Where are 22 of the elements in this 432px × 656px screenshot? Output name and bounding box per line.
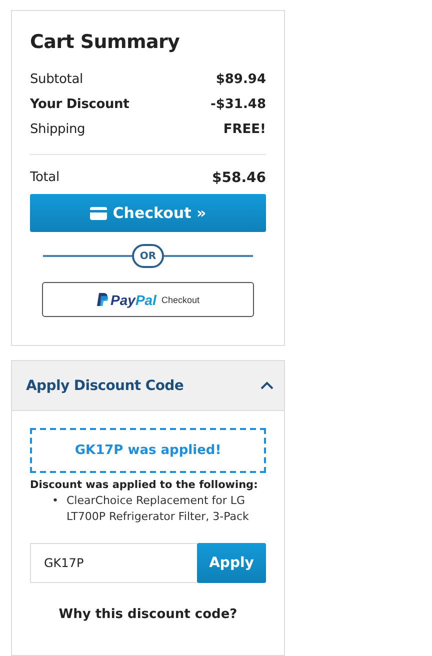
bullet-marker: •: [52, 493, 58, 509]
or-divider-label: OR: [132, 244, 164, 268]
applied-message: GK17P was applied!: [30, 428, 266, 473]
applied-item: ClearChoice Replacement for LG LT700P Refrigerator Filter, 3-Pack: [66, 493, 250, 525]
summary-value: FREE!: [223, 122, 266, 137]
applied-to-heading: Discount was applied to the following:: [30, 479, 259, 491]
why-discount-link[interactable]: Why this discount code?: [58, 607, 238, 622]
summary-label: Shipping: [30, 122, 86, 137]
paypal-checkout-button[interactable]: PayPal Checkout: [42, 282, 254, 317]
apply-button[interactable]: Apply: [197, 543, 266, 583]
discount-code-field[interactable]: GK17P: [30, 543, 197, 583]
checkout-button[interactable]: Checkout »: [30, 194, 266, 232]
credit-card-icon: [90, 206, 107, 220]
cart-summary-title: Cart Summary: [30, 31, 181, 53]
paypal-logo-icon: [96, 293, 108, 306]
summary-label: Subtotal: [30, 72, 83, 87]
discount-panel-header[interactable]: Apply Discount Code: [12, 361, 284, 411]
total-value: $58.46: [212, 170, 266, 186]
summary-label: Your Discount: [30, 97, 130, 112]
summary-value: -$31.48: [210, 97, 266, 112]
total-label: Total: [30, 170, 60, 185]
summary-value: $89.94: [216, 72, 266, 87]
